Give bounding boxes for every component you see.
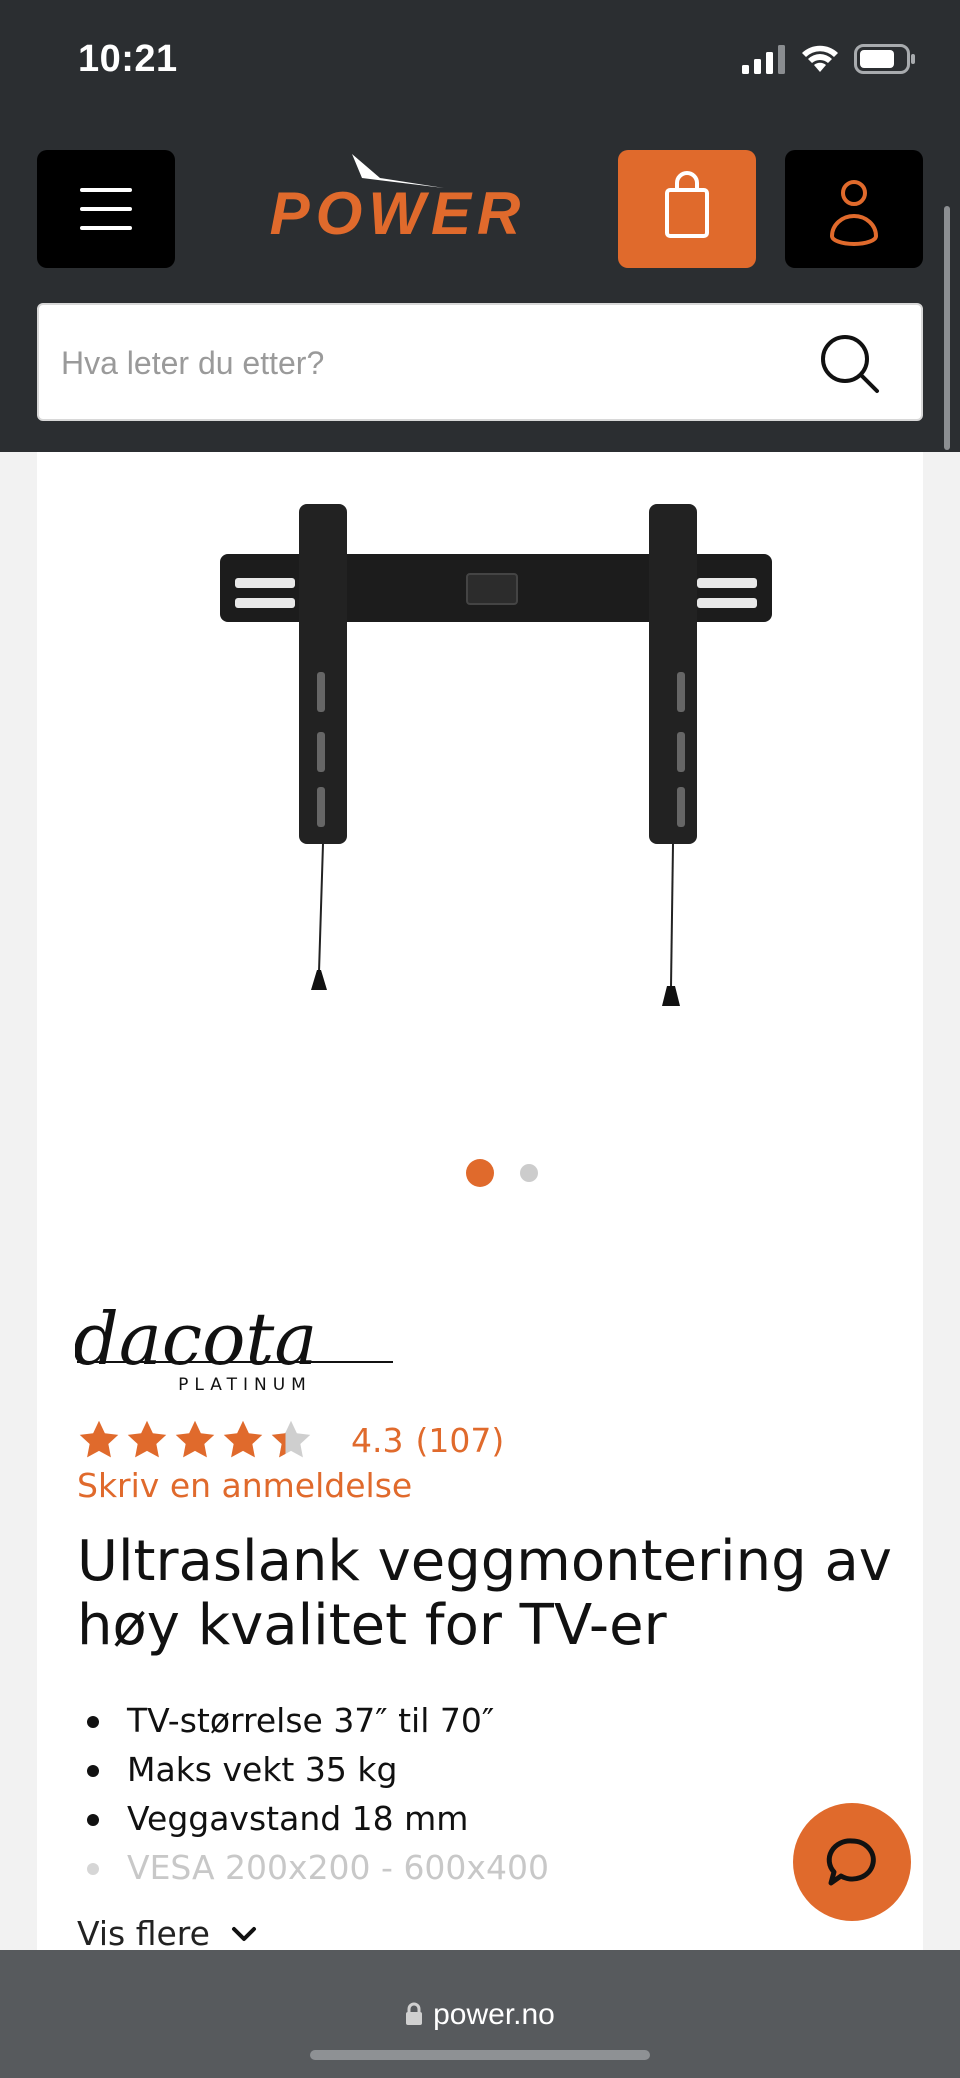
search-icon[interactable] [817, 331, 883, 397]
rating-stars [77, 1418, 313, 1462]
menu-button[interactable] [37, 150, 175, 268]
write-review-link[interactable]: Skriv en anmeldelse [77, 1466, 412, 1505]
battery-icon [854, 44, 915, 74]
feature-item: Maks vekt 35 kg [77, 1745, 857, 1794]
home-indicator[interactable] [310, 2050, 650, 2060]
star-icon [223, 1420, 263, 1458]
star-icon [175, 1420, 215, 1458]
svg-text:PLATINUM: PLATINUM [178, 1375, 312, 1394]
svg-text:dacota: dacota [75, 1302, 317, 1381]
power-logo[interactable]: POWER [212, 152, 584, 242]
product-image[interactable] [187, 482, 807, 1042]
hamburger-icon [80, 226, 132, 230]
hamburger-icon [80, 207, 132, 211]
search-box [37, 303, 923, 421]
shopping-bag-icon [665, 171, 709, 238]
gallery-dot-active[interactable] [466, 1159, 494, 1187]
chevron-down-icon [231, 1926, 256, 1941]
hamburger-icon [80, 188, 132, 192]
feature-item: TV-størrelse 37″ til 70″ [77, 1696, 857, 1745]
status-icons [742, 44, 916, 74]
feature-item: VESA 200x200 - 600x400 [77, 1843, 857, 1892]
star-icon [127, 1420, 167, 1458]
cellular-signal-icon [742, 45, 785, 74]
product-title: Ultraslank veggmontering av høy kvalitet… [77, 1529, 892, 1658]
show-more-button[interactable]: Vis flere [77, 1914, 258, 1953]
chat-bubble-icon [826, 1838, 876, 1886]
show-more-label: Vis flere [77, 1914, 210, 1953]
feature-list: TV-størrelse 37″ til 70″ Maks vekt 35 kg… [77, 1696, 857, 1892]
user-icon [829, 180, 879, 246]
url-display: power.no [0, 1998, 960, 2032]
lock-icon [406, 2002, 423, 2025]
rating-count: (107) [415, 1420, 505, 1460]
account-button[interactable] [785, 150, 923, 268]
chat-button[interactable] [793, 1803, 911, 1921]
star-half-icon [271, 1420, 311, 1458]
rating-row[interactable]: 4.3 (107) [77, 1416, 504, 1464]
url-domain: power.no [433, 1998, 555, 2031]
wifi-icon [802, 45, 838, 72]
gallery-dot[interactable] [520, 1164, 538, 1182]
brand-logo[interactable]: dacota PLATINUM [75, 1302, 395, 1394]
site-header: POWER [0, 116, 960, 452]
feature-item: Veggavstand 18 mm [77, 1794, 857, 1843]
star-icon [79, 1420, 119, 1458]
rating-value: 4.3 [351, 1420, 404, 1460]
status-time: 10:21 [78, 38, 178, 80]
page-scrollbar[interactable] [944, 206, 950, 450]
cart-button[interactable] [618, 150, 756, 268]
logo-text: POWER [270, 180, 527, 242]
status-bar: 10:21 [0, 0, 960, 116]
browser-url-bar[interactable]: power.no [0, 1950, 960, 2078]
search-input[interactable] [61, 335, 781, 391]
